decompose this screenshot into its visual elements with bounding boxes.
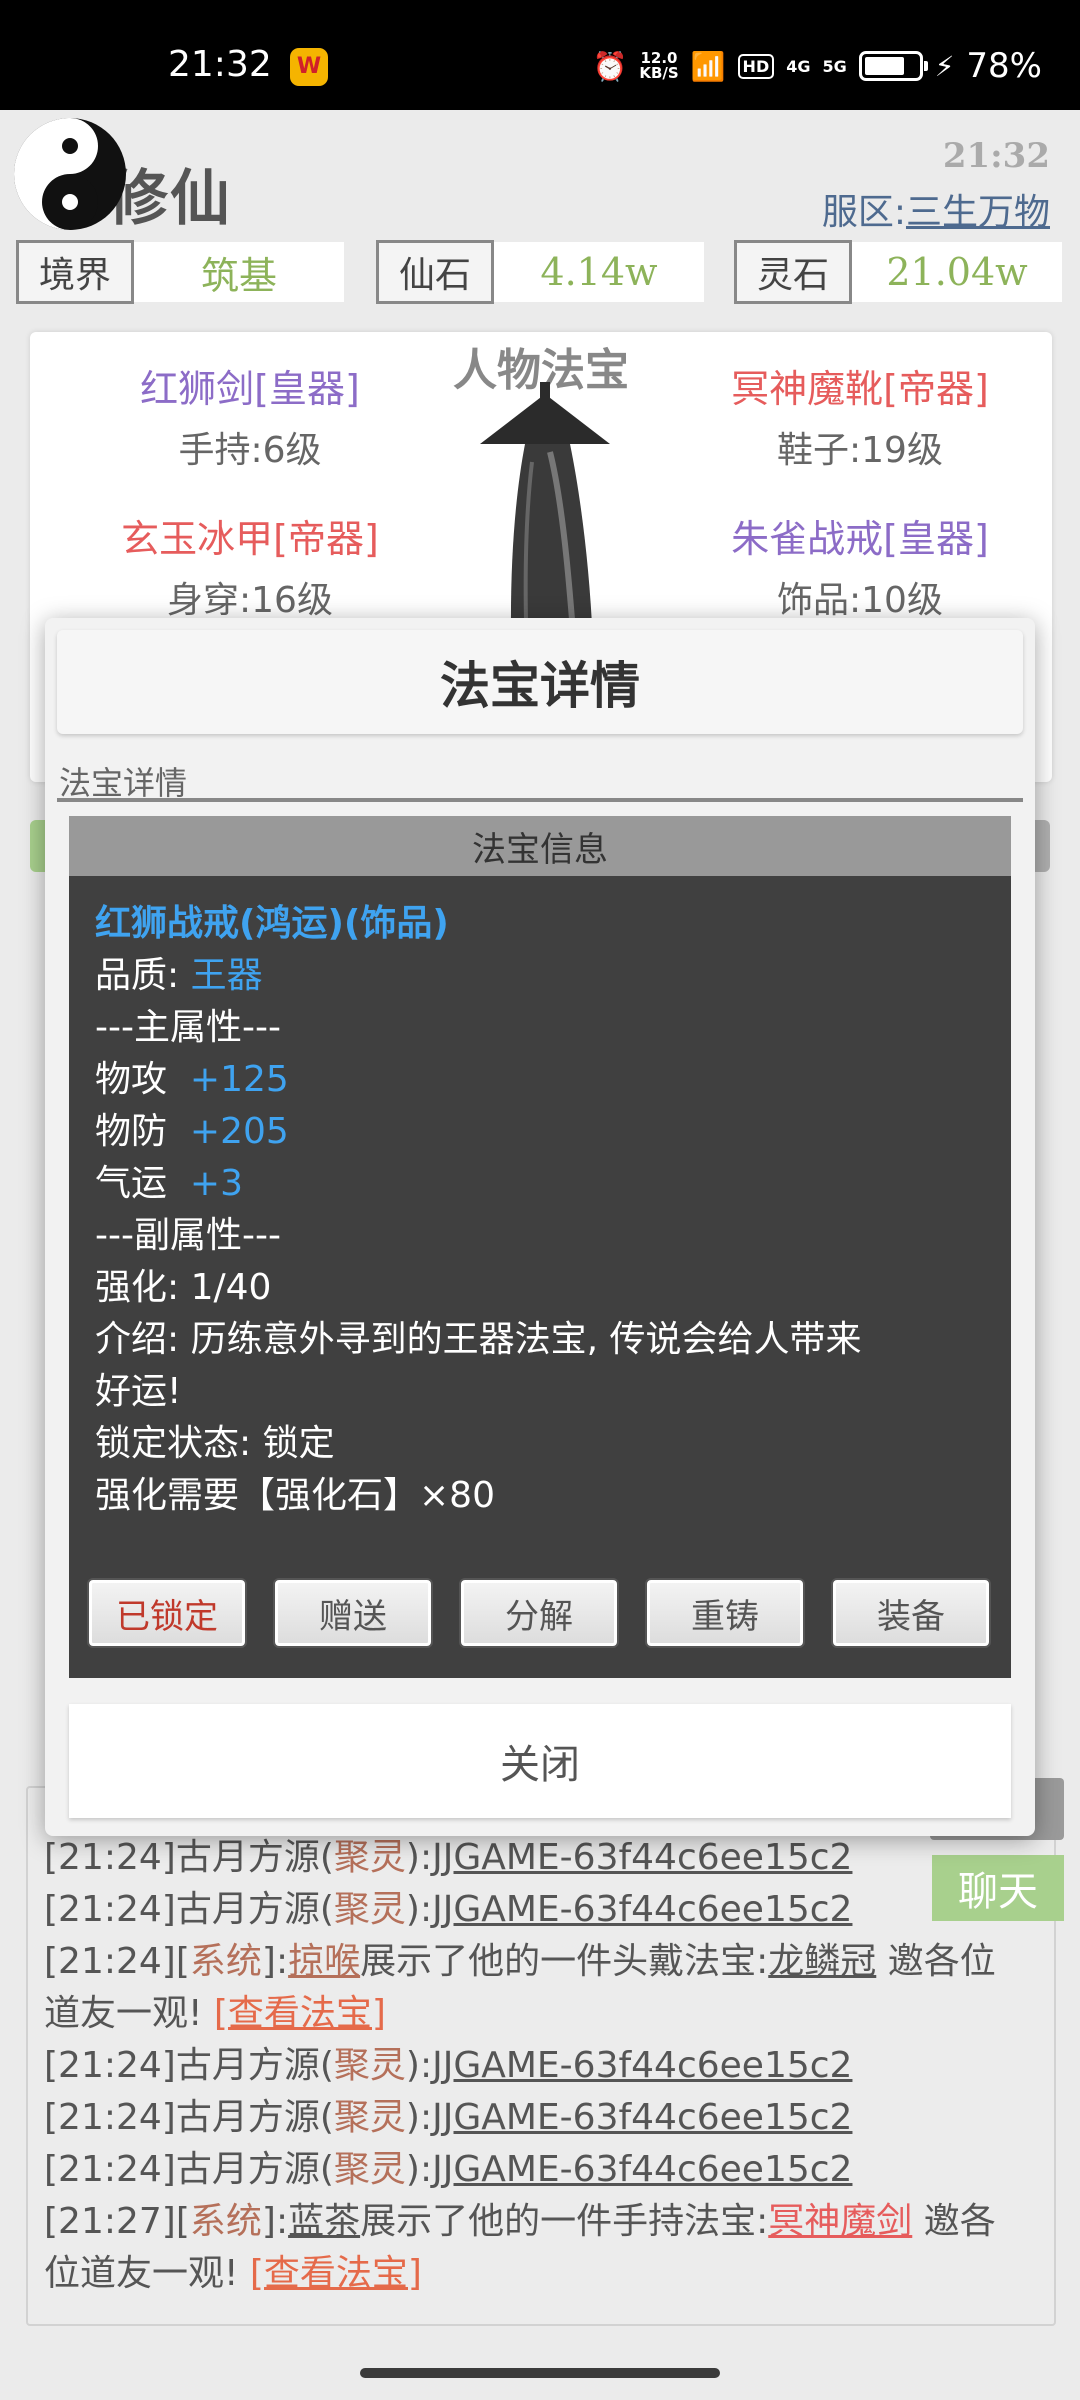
info-body: 红狮战戒(鸿运)(饰品) 品质: 王器 ---主属性--- 物攻 +125 物防… <box>69 876 1011 1544</box>
attr-row: 气运 +3 <box>95 1163 243 1204</box>
status-time: 21:32 <box>168 44 272 85</box>
info-header: 法宝信息 <box>69 816 1011 876</box>
chat-line-system: [21:27][系统]:蓝茶展示了他的一件手持法宝:冥神魔剑 邀各 位道友一观! … <box>44 2201 996 2294</box>
stat-realm: 境界 筑基 <box>16 240 344 304</box>
chat-item-link[interactable]: 龙鳞冠 <box>768 1941 876 1982</box>
equip-weapon-level: 手持:6级 <box>178 430 322 471</box>
game-title: 修仙 <box>108 164 232 234</box>
home-indicator[interactable] <box>360 2368 720 2378</box>
status-bar: 21:32 W ⏰ 12.0 KB/S 📶 HD 4G 5G ⚡ 78% <box>0 0 1080 110</box>
chat-line: [21:24]古月方源(聚灵):JJGAME-63f44c6ee15c2 <box>44 1889 853 1930</box>
equip-armor-name: 玄玉冰甲[帝器] <box>121 517 379 561</box>
main-attr-header: ---主属性--- <box>95 1007 281 1048</box>
chat-player-link[interactable]: 蓝茶 <box>288 2201 360 2242</box>
chat-message-link[interactable]: JJGAME-63f44c6ee15c2 <box>432 1837 852 1878</box>
chat-message-link[interactable]: JJGAME-63f44c6ee15c2 <box>432 2097 852 2138</box>
chat-line-system: [21:24][系统]:掠喉展示了他的一件头戴法宝:龙鳞冠 邀各位 道友一观! [… <box>44 1941 996 2034</box>
chat-line: [21:24]古月方源(聚灵):JJGAME-63f44c6ee15c2 <box>44 2097 853 2138</box>
server-info: 服区:三生万物 <box>822 183 1050 235</box>
stats-bar: 境界 筑基 仙石 4.14w 灵石 21.04w <box>16 240 1066 304</box>
hd-icon: HD <box>737 53 775 79</box>
equip-accessory-name: 朱雀战戒[皇器] <box>731 517 989 561</box>
view-treasure-link[interactable]: [查看法宝] <box>250 2253 422 2294</box>
decompose-button[interactable]: 分解 <box>459 1578 619 1648</box>
equip-slot-boots[interactable]: 冥神魔靴[帝器] 鞋子:19级 <box>700 358 1020 473</box>
net-speed-unit: KB/S <box>639 64 679 82</box>
weibo-icon: W <box>290 48 328 86</box>
treasure-info-box: 法宝信息 红狮战戒(鸿运)(饰品) 品质: 王器 ---主属性--- 物攻 +1… <box>69 816 1011 1678</box>
locked-button[interactable]: 已锁定 <box>87 1578 247 1648</box>
stat-xianshi-value: 4.14w <box>494 242 704 302</box>
chat-message-link[interactable]: JJGAME-63f44c6ee15c2 <box>432 1889 852 1930</box>
stat-xianshi: 仙石 4.14w <box>376 240 704 304</box>
equip-slot-weapon[interactable]: 红狮剑[皇器] 手持:6级 <box>90 358 410 473</box>
wifi-icon: 📶 <box>690 49 726 83</box>
modal-title: 法宝详情 <box>57 630 1023 734</box>
chat-message-link[interactable]: JJGAME-63f44c6ee15c2 <box>432 2149 852 2190</box>
chat-line: [21:24]古月方源(聚灵):JJGAME-63f44c6ee15c2 <box>44 2149 853 2190</box>
network-speed: 12.0 KB/S <box>639 51 678 81</box>
intro-line-2: 好运! <box>95 1371 182 1412</box>
signal-5g-icon: 5G <box>822 56 847 76</box>
stat-lingshi-value: 21.04w <box>852 242 1062 302</box>
enhance-level: 强化: 1/40 <box>95 1267 272 1308</box>
stat-xianshi-label: 仙石 <box>376 240 494 304</box>
chat-line: [21:24]古月方源(聚灵):JJGAME-63f44c6ee15c2 <box>44 2045 853 2086</box>
yin-yang-logo-icon <box>14 118 126 230</box>
lock-state: 锁定状态: 锁定 <box>95 1423 335 1464</box>
chat-message-link[interactable]: JJGAME-63f44c6ee15c2 <box>432 2045 852 2086</box>
battery-percent: 78% <box>966 46 1042 86</box>
signal-4g-icon: 4G <box>786 56 811 76</box>
treasure-detail-modal: 法宝详情 法宝详情 法宝信息 红狮战戒(鸿运)(饰品) 品质: 王器 ---主属… <box>45 618 1035 1836</box>
quality-row: 品质: 王器 <box>95 955 263 996</box>
charging-icon: ⚡ <box>934 49 955 83</box>
stat-lingshi: 灵石 21.04w <box>734 240 1062 304</box>
server-link[interactable]: 三生万物 <box>906 192 1050 233</box>
stat-lingshi-label: 灵石 <box>734 240 852 304</box>
gift-button[interactable]: 赠送 <box>273 1578 433 1648</box>
attr-row: 物防 +205 <box>95 1111 289 1152</box>
recast-button[interactable]: 重铸 <box>645 1578 805 1648</box>
chat-line: [21:24]古月方源(聚灵):JJGAME-63f44c6ee15c2 <box>44 1837 853 1878</box>
sub-attr-header: ---副属性--- <box>95 1215 281 1256</box>
divider <box>57 798 1023 802</box>
chat-player-link[interactable]: 掠喉 <box>288 1941 360 1982</box>
equip-slot-armor[interactable]: 玄玉冰甲[帝器] 身穿:16级 <box>90 508 410 623</box>
quality-value: 王器 <box>190 955 263 996</box>
chat-item-link[interactable]: 冥神魔剑 <box>768 2201 912 2242</box>
equip-slot-accessory[interactable]: 朱雀战戒[皇器] 饰品:10级 <box>700 508 1020 623</box>
server-label: 服区: <box>821 192 906 233</box>
stat-realm-label: 境界 <box>16 240 134 304</box>
chat-log: [21:24]古月方源(聚灵):JJGAME-63f44c6ee15c2 [21… <box>44 1832 1034 2300</box>
equip-weapon-name: 红狮剑[皇器] <box>140 367 360 411</box>
attr-row: 物攻 +125 <box>95 1059 289 1100</box>
equip-armor-level: 身穿:16级 <box>167 580 333 621</box>
treasure-name: 红狮战戒(鸿运)(饰品) <box>95 903 449 944</box>
battery-icon <box>858 51 928 81</box>
chat-button[interactable]: 聊天 <box>932 1855 1064 1921</box>
equip-boots-name: 冥神魔靴[帝器] <box>731 367 989 411</box>
status-icons: ⏰ 12.0 KB/S 📶 HD 4G 5G ⚡ 78% <box>592 46 1042 86</box>
equip-accessory-level: 饰品:10级 <box>777 580 943 621</box>
equip-button[interactable]: 装备 <box>831 1578 991 1648</box>
alarm-icon: ⏰ <box>592 49 628 83</box>
enhance-requirement: 强化需要【强化石】×80 <box>95 1475 495 1516</box>
close-button[interactable]: 关闭 <box>69 1704 1011 1818</box>
game-clock: 21:32 <box>942 136 1050 176</box>
view-treasure-link[interactable]: [查看法宝] <box>214 1993 386 2034</box>
equip-boots-level: 鞋子:19级 <box>777 430 943 471</box>
stat-realm-value: 筑基 <box>134 242 344 302</box>
intro-line-1: 介绍: 历练意外寻到的王器法宝, 传说会给人带来 <box>95 1319 862 1360</box>
action-buttons: 已锁定 赠送 分解 重铸 装备 <box>87 1578 991 1648</box>
